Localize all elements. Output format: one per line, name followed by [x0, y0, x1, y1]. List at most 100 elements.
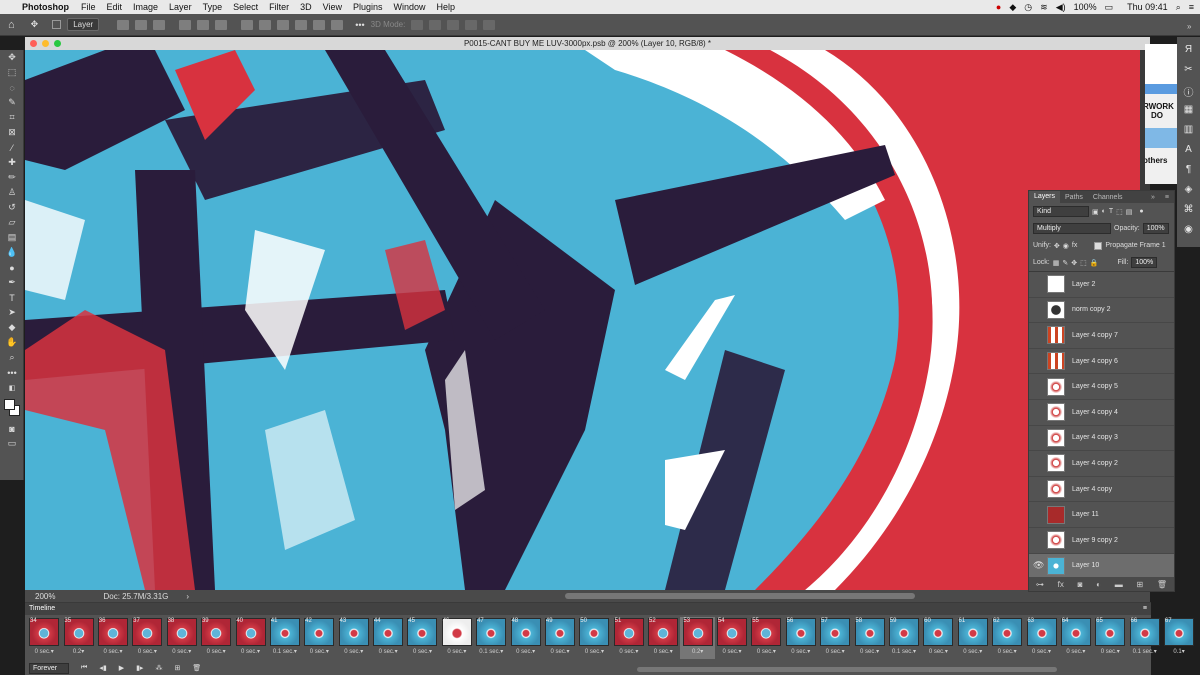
pen-tool-icon[interactable]: ✒: [0, 275, 24, 290]
screen-mode-icon[interactable]: ▭: [0, 436, 24, 451]
timeline-frame[interactable]: 39 0 sec.▾: [199, 617, 233, 659]
frame-tool-icon[interactable]: ⊠: [0, 125, 24, 140]
path-select-icon[interactable]: ➤: [0, 305, 24, 320]
blur-tool-icon[interactable]: 💧: [0, 245, 24, 260]
tab-layers[interactable]: Layers: [1029, 191, 1061, 203]
3d-scale-icon[interactable]: [483, 19, 496, 30]
foreground-color-swatch[interactable]: [4, 399, 15, 410]
lock-all-icon[interactable]: 🔒: [1090, 259, 1099, 267]
filter-type-icon[interactable]: T: [1109, 208, 1113, 215]
timeline-frame[interactable]: 67 0.1▾: [1162, 617, 1196, 659]
more-options-icon[interactable]: •••: [355, 20, 364, 30]
menu-view[interactable]: View: [323, 2, 342, 12]
timeline-frame[interactable]: 35 0.2▾: [61, 617, 95, 659]
control-center-icon[interactable]: ≡: [1189, 2, 1194, 12]
tab-paths[interactable]: Paths: [1060, 194, 1088, 201]
layer-row[interactable]: 👁 Layer 10: [1029, 553, 1174, 580]
align-middle-icon[interactable]: [197, 19, 210, 30]
timeline-frame[interactable]: 42 0 sec.▾: [302, 617, 336, 659]
delay-dropdown-icon[interactable]: ▾: [119, 649, 122, 655]
wifi-icon[interactable]: ≋: [1040, 2, 1048, 13]
propagate-checkbox[interactable]: [1094, 241, 1103, 250]
delay-dropdown-icon[interactable]: ▾: [500, 649, 503, 655]
move-tool-icon[interactable]: ✥: [0, 50, 24, 65]
distribute-2-icon[interactable]: [259, 19, 272, 30]
delay-dropdown-icon[interactable]: ▾: [670, 649, 673, 655]
delete-layer-icon[interactable]: 🗑: [1157, 580, 1167, 589]
timeline-menu-icon[interactable]: ≡: [1143, 603, 1147, 615]
panel-menu-icon[interactable]: ≡: [1160, 194, 1174, 201]
paths-dock-icon[interactable]: ⌘: [1182, 204, 1196, 217]
quick-select-tool-icon[interactable]: ✎: [0, 95, 24, 110]
layer-row[interactable]: Layer 4 copy 5: [1029, 374, 1174, 400]
layer-row[interactable]: Layer 9 copy 2: [1029, 528, 1174, 554]
menu-file[interactable]: File: [81, 2, 96, 12]
frame-delay[interactable]: 0 sec.▾: [509, 648, 541, 655]
delay-dropdown-icon[interactable]: ▾: [1014, 649, 1017, 655]
visibility-eye-icon[interactable]: 👁: [1033, 560, 1047, 571]
delete-frame-icon[interactable]: 🗑: [192, 664, 201, 672]
layer-row[interactable]: Layer 4 copy 2: [1029, 451, 1174, 477]
history-brush-icon[interactable]: ↺: [0, 200, 24, 215]
frame-delay[interactable]: 0.2▾: [62, 648, 94, 655]
quick-mask-icon[interactable]: ◙: [0, 421, 24, 436]
delay-dropdown-icon[interactable]: ▾: [773, 649, 776, 655]
delay-dropdown-icon[interactable]: ▾: [913, 649, 916, 655]
menu-3d[interactable]: 3D: [300, 2, 312, 12]
delay-dropdown-icon[interactable]: ▾: [532, 649, 535, 655]
artwork[interactable]: [25, 50, 1140, 590]
delay-dropdown-icon[interactable]: ▾: [1048, 649, 1051, 655]
unify-style-icon[interactable]: fx: [1072, 242, 1077, 249]
link-layers-icon[interactable]: ⊶: [1036, 580, 1044, 589]
move-tool-icon[interactable]: ✥: [31, 19, 39, 30]
layer-row[interactable]: Layer 4 copy: [1029, 477, 1174, 503]
frame-delay[interactable]: 0 sec.▾: [785, 648, 817, 655]
status-menu-icon[interactable]: ›: [186, 592, 189, 601]
info-icon[interactable]: ⓘ: [1182, 84, 1196, 99]
color-swatches[interactable]: [0, 395, 23, 421]
new-layer-icon[interactable]: ⊞: [1136, 580, 1143, 589]
add-mask-icon[interactable]: ◙: [1078, 580, 1083, 589]
delay-dropdown-icon[interactable]: ▾: [567, 649, 570, 655]
delay-dropdown-icon[interactable]: ▾: [842, 649, 845, 655]
menu-select[interactable]: Select: [233, 2, 258, 12]
timeline-frame[interactable]: 44 0 sec.▾: [371, 617, 405, 659]
clone-stamp-icon[interactable]: ♙: [0, 185, 24, 200]
menu-help[interactable]: Help: [437, 2, 456, 12]
delay-dropdown-icon[interactable]: ▾: [51, 649, 54, 655]
menu-plugins[interactable]: Plugins: [353, 2, 383, 12]
timeline-frame[interactable]: 43 0 sec.▾: [337, 617, 371, 659]
filter-pixel-icon[interactable]: ▣: [1092, 208, 1099, 216]
timeline-frame[interactable]: 57 0 sec.▾: [818, 617, 852, 659]
grid-icon[interactable]: ▦: [1182, 104, 1196, 117]
timeline-frame[interactable]: 51 0 sec.▾: [612, 617, 646, 659]
frame-delay[interactable]: 0 sec.▾: [716, 648, 748, 655]
delay-dropdown-icon[interactable]: ▾: [807, 649, 810, 655]
timeline-title[interactable]: Timeline: [29, 605, 55, 612]
delay-dropdown-icon[interactable]: ▾: [223, 649, 226, 655]
align-left-icon[interactable]: [117, 19, 130, 30]
horizontal-scrollbar[interactable]: [565, 593, 915, 599]
timeline-frame[interactable]: 59 0.1 sec.▾: [887, 617, 921, 659]
timeline-frame[interactable]: 41 0.1 sec.▾: [268, 617, 302, 659]
document-tab[interactable]: P0015-CANT BUY ME LUV-3000px.psb @ 200% …: [25, 37, 1150, 50]
delay-dropdown-icon[interactable]: ▾: [945, 649, 948, 655]
distribute-4-icon[interactable]: [295, 19, 308, 30]
frame-delay[interactable]: 0 sec.▾: [647, 648, 679, 655]
distribute-1-icon[interactable]: [241, 19, 254, 30]
volume-icon[interactable]: ◀): [1056, 2, 1066, 13]
3d-pan-icon[interactable]: [447, 19, 460, 30]
delay-dropdown-icon[interactable]: ▾: [1182, 649, 1185, 655]
3d-roll-icon[interactable]: [429, 19, 442, 30]
timeline-scrollbar[interactable]: [637, 667, 1057, 672]
layer-row[interactable]: Layer 11: [1029, 502, 1174, 528]
lasso-tool-icon[interactable]: ◌: [0, 80, 24, 95]
gradient-tool-icon[interactable]: ▤: [0, 230, 24, 245]
delay-dropdown-icon[interactable]: ▾: [81, 649, 84, 655]
timeline-frame[interactable]: 36 0 sec.▾: [96, 617, 130, 659]
adjustment-layer-icon[interactable]: ◐: [1096, 580, 1101, 589]
timeline-frame[interactable]: 63 0 sec.▾: [1024, 617, 1058, 659]
layer-row[interactable]: Layer 4 copy 6: [1029, 349, 1174, 375]
frame-delay[interactable]: 0 sec.▾: [200, 648, 232, 655]
frame-delay[interactable]: 0 sec.▾: [853, 648, 885, 655]
